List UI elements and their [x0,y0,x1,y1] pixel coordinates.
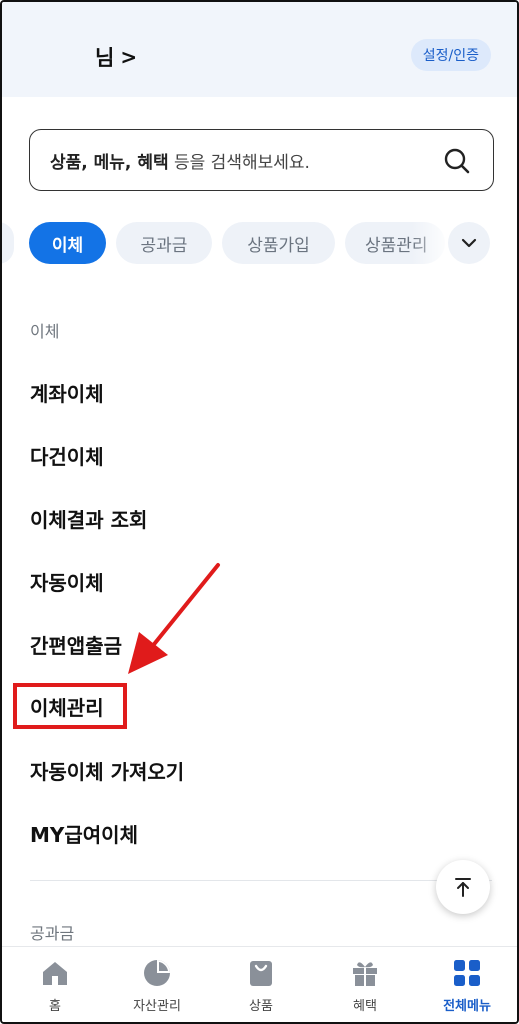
menu-item-my-salary-transfer[interactable]: MY급여이체 [30,819,138,848]
category-chips: 이체 공과금 상품가입 상품관리 [2,222,517,266]
settings-auth-button[interactable]: 설정/인증 [410,39,491,71]
nav-assets[interactable]: 자산관리 [112,957,202,1014]
arrow-up-icon [455,878,471,897]
nav-all-menu-label: 전체메뉴 [443,999,491,1014]
search-placeholder: 상품, 메뉴, 혜택 등을 검색해보세요. [50,148,310,173]
search-placeholder-rest: 등을 검색해보세요. [168,152,310,173]
menu-item-auto-transfer[interactable]: 자동이체 [30,567,104,596]
menu-item-transfer-history[interactable]: 이체결과 조회 [30,504,147,533]
menu-item-import-auto-transfer[interactable]: 자동이체 가져오기 [30,756,184,785]
user-profile-link[interactable]: 님 > [95,42,137,72]
highlight-box [13,683,127,729]
chips-expand-button[interactable] [448,222,490,264]
search-placeholder-bold: 상품, 메뉴, 혜택 [50,152,169,173]
app-screen: 님 > 설정/인증 상품, 메뉴, 혜택 등을 검색해보세요. 이체 공과금 상… [0,0,519,1024]
shopping-bag-icon [250,961,272,986]
section-title-transfer: 이체 [30,322,60,341]
home-icon [43,962,67,985]
grid-menu-icon [454,960,480,986]
chip-fade [412,222,452,264]
nav-home-label: 홈 [49,999,61,1014]
search-input[interactable]: 상품, 메뉴, 혜택 등을 검색해보세요. [29,129,494,191]
menu-item-easy-app-withdraw[interactable]: 간편앱출금 [30,630,122,659]
chip-product-signup[interactable]: 상품가입 [222,222,335,264]
nav-home[interactable]: 홈 [10,957,100,1014]
chip-utility-bills[interactable]: 공과금 [116,222,212,264]
header: 님 > 설정/인증 [2,2,517,97]
nav-benefits[interactable]: 혜택 [320,957,410,1014]
nav-assets-label: 자산관리 [133,999,181,1014]
menu-item-account-transfer[interactable]: 계좌이체 [30,378,104,407]
section-title-utility: 공과금 [30,924,75,943]
nav-products-label: 상품 [249,999,273,1014]
chip-partial-left[interactable] [2,222,14,264]
user-name-label: 님 [95,46,115,70]
search-icon[interactable] [443,147,471,175]
chevron-right-icon: > [120,45,138,69]
scroll-to-top-button[interactable] [436,860,490,914]
bottom-navigation: 홈 자산관리 상품 혜택 전체메뉴 [2,946,517,1022]
pie-chart-icon [144,960,170,986]
nav-all-menu[interactable]: 전체메뉴 [422,957,512,1014]
section-divider [30,880,492,881]
chevron-down-icon [461,238,477,248]
menu-item-multi-transfer[interactable]: 다건이체 [30,441,104,470]
gift-icon [353,962,377,986]
nav-benefits-label: 혜택 [353,999,377,1014]
chip-transfer[interactable]: 이체 [29,222,106,264]
nav-products[interactable]: 상품 [216,957,306,1014]
